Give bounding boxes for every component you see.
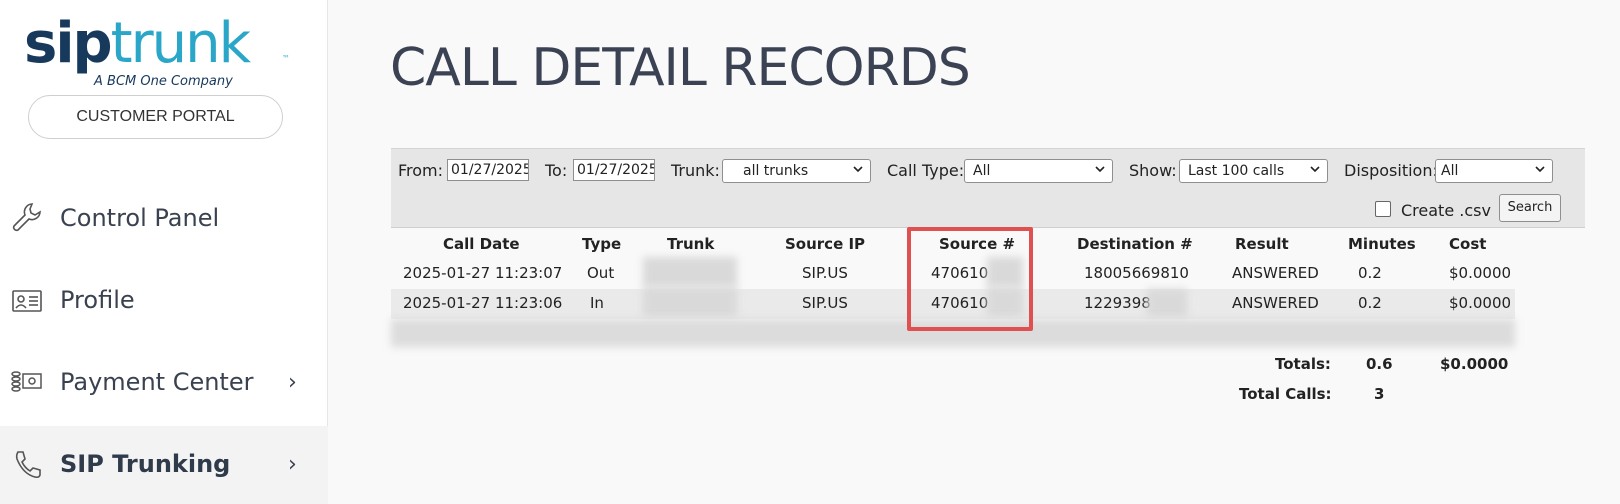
sidebar-item-sip-trunking[interactable]: SIP Trunking ›: [0, 426, 328, 504]
cell-call-date: 2025-01-27 11:23:07: [403, 264, 563, 282]
create-csv-checkbox[interactable]: [1375, 201, 1391, 217]
cell-type: Out: [587, 264, 615, 282]
to-date-input[interactable]: 01/27/2025: [573, 159, 655, 181]
chevron-right-icon: ›: [288, 370, 297, 395]
filter-bar: From: 01/27/2025 To: 01/27/2025 Trunk: a…: [391, 148, 1585, 228]
total-minutes: 0.6: [1366, 355, 1393, 373]
column-header-type: Type: [582, 235, 622, 253]
chevron-right-icon: ›: [288, 452, 297, 477]
cell-cost: $0.0000: [1449, 294, 1512, 312]
page-title: CALL DETAIL RECORDS: [390, 38, 971, 98]
column-header-destination-number: Destination #: [1077, 235, 1193, 253]
cell-call-date: 2025-01-27 11:23:06: [403, 294, 563, 312]
column-header-source-ip: Source IP: [785, 235, 866, 253]
cell-destination: 18005669810: [1084, 264, 1189, 282]
chevron-down-icon: [1310, 166, 1320, 173]
customer-portal-badge[interactable]: CUSTOMER PORTAL: [28, 95, 283, 139]
redacted-trunk: [643, 287, 737, 317]
cell-source-ip: SIP.US: [802, 294, 848, 312]
cell-minutes: 0.2: [1358, 294, 1382, 312]
sidebar-item-payment-center[interactable]: Payment Center ›: [0, 344, 328, 424]
total-calls-label: Total Calls:: [1239, 385, 1332, 403]
siptrunk-logo[interactable]: siptrunk ™ A BCM One Company: [24, 14, 294, 90]
to-label: To:: [545, 161, 568, 180]
logo-tagline: A BCM One Company: [94, 74, 233, 89]
id-card-icon: [10, 282, 44, 318]
cell-destination: 1229398: [1084, 294, 1151, 312]
total-cost: $0.0000: [1440, 355, 1509, 373]
wrench-icon: [10, 200, 44, 236]
column-header-trunk: Trunk: [667, 235, 715, 253]
sidebar-item-control-panel[interactable]: Control Panel: [0, 180, 328, 260]
sidebar-item-profile[interactable]: Profile: [0, 262, 328, 342]
trademark-mark: ™: [282, 54, 290, 63]
money-icon: [10, 364, 44, 400]
source-number-highlight: [907, 227, 1033, 331]
chevron-down-icon: [853, 166, 863, 173]
sidebar-item-label: SIP Trunking: [60, 450, 231, 478]
cell-result: ANSWERED: [1232, 294, 1319, 312]
column-header-result: Result: [1235, 235, 1289, 253]
sidebar: siptrunk ™ A BCM One Company CUSTOMER PO…: [0, 0, 328, 504]
from-date-input[interactable]: 01/27/2025: [447, 159, 529, 181]
redacted-destination: [1147, 289, 1187, 317]
trunk-label: Trunk:: [671, 161, 720, 180]
cell-result: ANSWERED: [1232, 264, 1319, 282]
call-type-select[interactable]: All: [964, 159, 1113, 183]
show-label: Show:: [1129, 161, 1177, 180]
create-csv-label: Create .csv: [1401, 201, 1491, 220]
call-type-label: Call Type:: [887, 161, 965, 180]
chevron-down-icon: [1535, 166, 1545, 173]
from-label: From:: [398, 161, 444, 180]
column-header-call-date: Call Date: [443, 235, 520, 253]
sidebar-item-label: Control Panel: [60, 204, 220, 232]
cell-type: In: [590, 294, 604, 312]
total-calls: 3: [1374, 385, 1385, 403]
logo-wordmark: siptrunk: [24, 11, 251, 76]
show-select[interactable]: Last 100 calls: [1179, 159, 1328, 183]
sidebar-item-label: Profile: [60, 286, 135, 314]
chevron-down-icon: [1095, 166, 1105, 173]
redacted-trunk: [643, 257, 737, 287]
trunk-select[interactable]: all trunks: [722, 159, 871, 183]
disposition-label: Disposition:: [1344, 161, 1438, 180]
sidebar-item-label: Payment Center: [60, 368, 254, 396]
phone-icon: [10, 446, 44, 482]
cell-source-ip: SIP.US: [802, 264, 848, 282]
column-header-cost: Cost: [1449, 235, 1487, 253]
disposition-select[interactable]: All: [1435, 159, 1553, 183]
totals-label: Totals:: [1275, 355, 1331, 373]
cell-minutes: 0.2: [1358, 264, 1382, 282]
cell-cost: $0.0000: [1449, 264, 1512, 282]
search-button[interactable]: Search: [1499, 194, 1561, 222]
column-header-minutes: Minutes: [1348, 235, 1416, 253]
